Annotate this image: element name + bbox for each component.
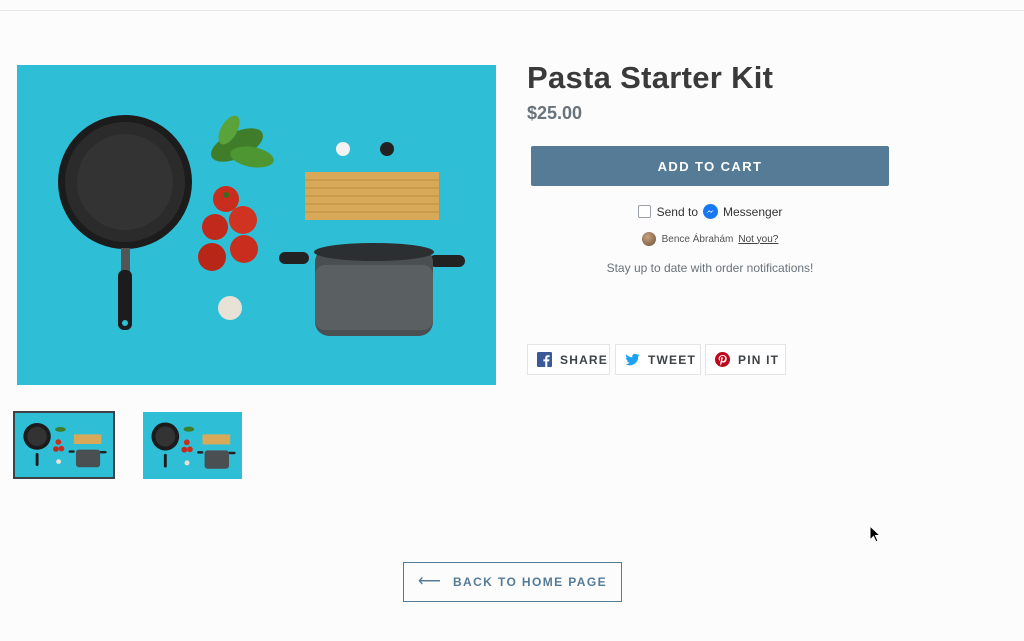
product-price: $25.00: [527, 103, 583, 123]
thumbnail-1-image: [15, 413, 113, 477]
tweet-button[interactable]: TWEET: [615, 344, 701, 375]
header-divider: [0, 10, 1024, 11]
thumbnail-2[interactable]: [143, 412, 242, 479]
share-label: SHARE: [560, 352, 609, 367]
notification-description: Stay up to date with order notifications…: [606, 261, 814, 275]
product-main-image[interactable]: [17, 65, 496, 385]
pin-it-button[interactable]: PIN IT: [705, 344, 786, 375]
send-to-messenger-checkbox[interactable]: [637, 205, 651, 218]
arrow-left-icon: ⟵: [418, 573, 441, 590]
product-title: Pasta Starter Kit: [527, 60, 774, 95]
twitter-icon: [625, 353, 640, 366]
messenger-label: Messenger: [723, 204, 783, 219]
not-you-link[interactable]: Not you?: [738, 234, 778, 245]
back-to-home-label: BACK TO HOME PAGE: [452, 575, 607, 589]
tweet-label: TWEET: [648, 352, 696, 367]
product-photo-illustration: [17, 65, 496, 385]
thumbnail-2-image: [143, 412, 242, 479]
pin-it-label: PIN IT: [738, 352, 780, 367]
pinterest-icon: [715, 352, 730, 367]
add-to-cart-button[interactable]: ADD TO CART: [531, 146, 889, 186]
avatar: [641, 232, 656, 246]
facebook-icon: [537, 352, 552, 367]
share-facebook-button[interactable]: SHARE: [527, 344, 610, 375]
user-name: Bence Ábrahám: [661, 233, 734, 245]
send-to-messenger-row: Send to Messenger: [531, 204, 889, 219]
messenger-user-row: Bence Ábrahám Not you?: [531, 232, 889, 246]
messenger-icon: [703, 204, 718, 219]
back-to-home-button[interactable]: ⟵ BACK TO HOME PAGE: [403, 562, 622, 602]
mouse-cursor-icon: [869, 525, 881, 543]
send-to-label: Send to: [656, 204, 698, 219]
thumbnail-1-selected[interactable]: [13, 411, 115, 479]
